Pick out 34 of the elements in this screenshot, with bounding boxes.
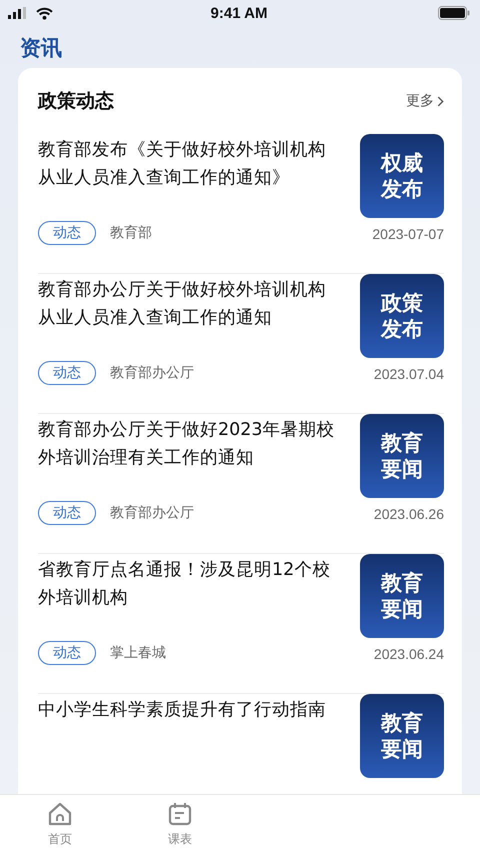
article-title[interactable]: 教育部办公厅关于做好2023年暑期校外培训治理有关工作的通知 <box>38 416 338 472</box>
article-date: 2023.07.04 <box>374 366 444 382</box>
article-title[interactable]: 省教育厅点名通报！涉及昆明12个校外培训机构 <box>38 556 338 612</box>
article-thumbnail[interactable]: 政策发布 <box>360 274 444 358</box>
article-thumbnail[interactable]: 教育要闻 <box>360 554 444 638</box>
article-source: 教育部办公厅 <box>110 364 194 382</box>
section-title: 政策动态 <box>38 89 114 114</box>
home-icon <box>47 800 73 826</box>
status-time: 9:41 AM <box>210 4 268 22</box>
article-tag: 动态 <box>38 221 96 245</box>
wifi-icon <box>36 6 53 20</box>
article-source: 教育部 <box>110 224 152 242</box>
article-title[interactable]: 教育部办公厅关于做好校外培训机构从业人员准入查询工作的通知 <box>38 276 338 332</box>
article-date: 2023-07-07 <box>372 226 444 242</box>
page-title: 资讯 <box>19 35 63 62</box>
article-source: 掌上春城 <box>110 644 166 662</box>
article-tag: 动态 <box>38 501 96 525</box>
article-thumbnail[interactable]: 权威发布 <box>360 134 444 218</box>
article-source: 教育部办公厅 <box>110 504 194 522</box>
signal-icon <box>8 7 28 19</box>
battery-icon <box>438 6 470 20</box>
article-date: 2023.06.26 <box>374 506 444 522</box>
more-link[interactable]: 更多 <box>406 92 444 110</box>
article-date: 2023.06.24 <box>374 646 444 662</box>
tab-item[interactable]: 课表 <box>120 795 240 853</box>
article-thumbnail[interactable]: 教育要闻 <box>360 414 444 498</box>
chevron-icon <box>437 96 444 106</box>
article-thumbnail[interactable]: 教育要闻 <box>360 694 444 778</box>
tab-item[interactable]: 首页 <box>0 795 120 853</box>
article-tag: 动态 <box>38 361 96 385</box>
calendar-icon <box>167 800 193 826</box>
article-tag: 动态 <box>38 641 96 665</box>
article-title[interactable]: 教育部发布《关于做好校外培训机构从业人员准入查询工作的通知》 <box>38 136 338 192</box>
article-title[interactable]: 中小学生科学素质提升有了行动指南 <box>38 696 338 724</box>
